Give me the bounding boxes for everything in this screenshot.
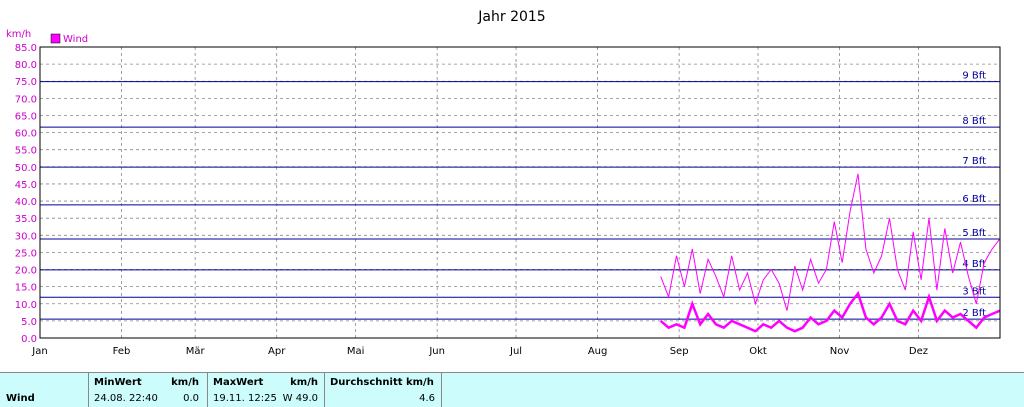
max-value: W 49.0 xyxy=(282,393,318,404)
min-cell: MinWert km/h 24.08. 22:40 0.0 xyxy=(88,373,207,407)
y-tick-label: 75.0 xyxy=(15,77,37,88)
legend-swatch xyxy=(50,33,61,44)
max-unit: km/h xyxy=(290,377,318,388)
x-tick-label: Apr xyxy=(268,346,286,357)
y-tick-label: 85.0 xyxy=(15,43,37,54)
x-tick-label: Sep xyxy=(670,346,689,357)
y-tick-label: 30.0 xyxy=(15,231,37,242)
x-tick-label: Aug xyxy=(588,346,608,357)
series-lines xyxy=(659,173,1001,333)
x-tick-label: Feb xyxy=(113,346,131,357)
y-tick-label: 0.0 xyxy=(21,334,37,345)
y-tick-label: 80.0 xyxy=(15,60,37,71)
x-tick-label: Jan xyxy=(31,346,47,357)
y-axis-label: km/h xyxy=(6,29,31,40)
x-tick-label: Okt xyxy=(749,346,767,357)
x-tick-label: Mär xyxy=(186,346,206,357)
chart-area: Jahr 2015 km/h Wind 2 Bft3 Bft4 Bft5 Bft… xyxy=(6,9,1001,357)
min-header: MinWert xyxy=(94,377,142,388)
x-tick-label: Mai xyxy=(347,346,365,357)
max-time: 19.11. 12:25 xyxy=(213,393,277,404)
y-tick-label: 10.0 xyxy=(15,300,37,311)
min-time: 24.08. 22:40 xyxy=(94,393,158,404)
max-header: MaxWert xyxy=(213,377,264,388)
beaufort-label: 7 Bft xyxy=(962,156,986,167)
x-tick-label: Nov xyxy=(830,346,850,357)
y-tick-label: 15.0 xyxy=(15,283,37,294)
y-tick-label: 65.0 xyxy=(15,111,37,122)
y-tick-label: 20.0 xyxy=(15,266,37,277)
avg-header: Durchschnitt km/h xyxy=(330,377,434,388)
beaufort-lines: 2 Bft3 Bft4 Bft5 Bft6 Bft7 Bft8 Bft9 Bft xyxy=(40,71,1000,320)
y-tick-label: 40.0 xyxy=(15,197,37,208)
y-tick-label: 55.0 xyxy=(15,146,37,157)
x-ticks: Jan Feb Mär Apr Mai Jun Jul Aug Sep Okt Nov Dez xyxy=(31,346,928,357)
min-value: 0.0 xyxy=(183,393,199,404)
avg-cell: Durchschnitt km/h 4.6 xyxy=(324,373,442,407)
x-tick-label: Jul xyxy=(509,346,522,357)
beaufort-label: 6 Bft xyxy=(962,194,986,205)
y-tick-label: 50.0 xyxy=(15,163,37,174)
min-unit: km/h xyxy=(171,377,199,388)
series-line-avg xyxy=(659,290,1001,333)
beaufort-label: 9 Bft xyxy=(962,71,986,82)
legend-label: Wind xyxy=(63,34,88,45)
y-tick-label: 45.0 xyxy=(15,180,37,191)
y-tick-label: 60.0 xyxy=(15,129,37,140)
stats-table: Wind MinWert km/h 24.08. 22:40 0.0 MaxWe… xyxy=(0,372,1024,407)
beaufort-label: 5 Bft xyxy=(962,228,986,239)
y-tick-label: 25.0 xyxy=(15,248,37,259)
x-tick-label: Jun xyxy=(428,346,445,357)
chart-title: Jahr 2015 xyxy=(477,9,545,25)
y-tick-label: 35.0 xyxy=(15,214,37,225)
stats-row-label: Wind xyxy=(6,393,35,404)
avg-value: 4.6 xyxy=(419,393,435,404)
series-line-max xyxy=(660,173,1001,311)
max-cell: MaxWert km/h 19.11. 12:25 W 49.0 xyxy=(207,373,324,407)
y-tick-label: 5.0 xyxy=(21,317,37,328)
y-tick-label: 70.0 xyxy=(15,94,37,105)
y-ticks: 0.0 5.0 10.0 15.0 20.0 25.0 30.0 35.0 40.0 45.0 50… xyxy=(15,43,37,345)
x-tick-label: Dez xyxy=(909,346,928,357)
beaufort-label: 8 Bft xyxy=(962,116,986,127)
